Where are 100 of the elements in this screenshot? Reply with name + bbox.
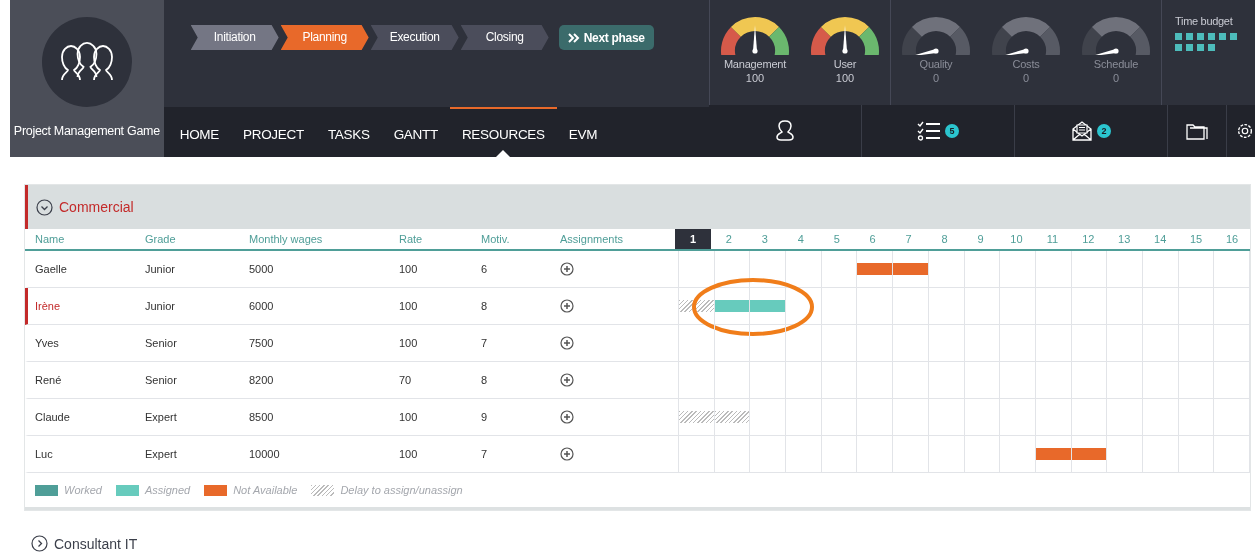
gauge-label: Schedule	[1093, 58, 1139, 70]
person-icon[interactable]	[775, 120, 795, 142]
table-cell-text: 70	[398, 373, 413, 388]
gauge-value: 100	[745, 72, 765, 84]
phase-step[interactable]: Planning	[280, 25, 369, 50]
column-header: Assignments	[559, 232, 624, 247]
app-title: Project Management Game	[13, 124, 160, 138]
table-cell-text: 7	[480, 336, 489, 351]
week-header[interactable]: 8	[926, 229, 963, 249]
week-header[interactable]: 5	[818, 229, 855, 249]
phase-step[interactable]: Execution	[370, 25, 459, 50]
column-header: Motiv.	[480, 232, 511, 247]
nav-tab[interactable]: GANTT	[381, 107, 450, 157]
legend-swatch	[35, 484, 58, 496]
table-cell-text: 100	[398, 336, 419, 351]
table-cell-text: Junior	[144, 262, 176, 277]
legend-label: Worked	[64, 484, 102, 496]
collapse-chevron-icon[interactable]	[36, 198, 53, 216]
week-header[interactable]: 3	[746, 229, 783, 249]
week-header[interactable]: 12	[1070, 229, 1107, 249]
table-cell-text: 6000	[248, 299, 275, 314]
week-header[interactable]: 2	[710, 229, 747, 249]
resource-name[interactable]: Luc	[28, 436, 138, 472]
table-cell-text: 8	[480, 299, 489, 314]
table-cell-text: 9	[480, 410, 489, 425]
resource-name[interactable]: René	[28, 362, 138, 398]
legend-label: Delay to assign/unassign	[340, 484, 463, 496]
count-badge: 5	[945, 124, 959, 138]
table-cell-text: Senior	[144, 336, 178, 351]
table-cell-text: 8	[480, 373, 489, 388]
table-cell-text: 100	[398, 299, 419, 314]
expand-chevron-icon[interactable]	[31, 535, 48, 552]
gauge-label: Costs	[1012, 58, 1040, 70]
add-icon[interactable]	[560, 447, 574, 461]
gauge-value: 100	[835, 72, 855, 84]
gauge-value: 0	[932, 72, 940, 84]
legend-swatch	[311, 484, 335, 496]
table-cell-text: 100	[398, 410, 419, 425]
column-header: Name	[34, 232, 66, 247]
week-header[interactable]: 7	[890, 229, 927, 249]
legend-label: Assigned	[144, 484, 191, 496]
nav-tab[interactable]: EVM	[556, 107, 610, 157]
week-header[interactable]: 6	[854, 229, 891, 249]
table-cell-text: 7	[480, 447, 489, 462]
resource-name[interactable]: Gaelle	[28, 251, 138, 287]
gauge-value: 0	[1112, 72, 1120, 84]
add-icon[interactable]	[560, 262, 574, 276]
envelope-icon[interactable]	[1071, 120, 1093, 142]
week-header[interactable]: 9	[962, 229, 999, 249]
resource-name[interactable]: Claude	[28, 399, 138, 435]
resource-name[interactable]: Yves	[28, 325, 138, 361]
double-chevron-icon	[567, 32, 580, 43]
table-cell-text: Expert	[144, 447, 178, 462]
section-title[interactable]: Commercial	[59, 199, 134, 215]
table-cell-text: 8200	[248, 373, 275, 388]
section-title[interactable]: Consultant IT	[54, 535, 138, 552]
gauge-label: Management	[723, 58, 787, 70]
folder-icon[interactable]	[1186, 122, 1208, 140]
phase-step[interactable]: Initiation	[190, 25, 279, 50]
add-icon[interactable]	[560, 410, 574, 424]
gauge-value: 0	[1022, 72, 1030, 84]
table-cell-text: 100	[398, 447, 419, 462]
week-header[interactable]: 13	[1106, 229, 1143, 249]
legend-swatch	[115, 484, 139, 496]
phase-step[interactable]: Closing	[460, 25, 549, 50]
nav-tab[interactable]: RESOURCES	[449, 107, 557, 157]
table-cell-text: 10000	[248, 447, 281, 462]
count-badge: 2	[1097, 124, 1111, 138]
gauge-label: User	[833, 58, 857, 70]
add-icon[interactable]	[560, 336, 574, 350]
gauge-label: Quality	[919, 58, 953, 70]
week-header[interactable]: 1	[675, 229, 711, 249]
table-cell-text: Senior	[144, 373, 178, 388]
week-header[interactable]: 15	[1178, 229, 1215, 249]
column-header: Rate	[398, 232, 424, 247]
column-header: Monthly wages	[248, 232, 324, 247]
nav-tab[interactable]: TASKS	[315, 107, 382, 157]
week-header[interactable]: 4	[782, 229, 819, 249]
add-icon[interactable]	[560, 299, 574, 313]
table-cell-text: 100	[398, 262, 419, 277]
week-header[interactable]: 10	[998, 229, 1035, 249]
week-header[interactable]: 11	[1034, 229, 1071, 249]
legend-label: Not Available	[233, 484, 298, 496]
table-cell-text: Junior	[144, 299, 176, 314]
week-header[interactable]: 16	[1214, 229, 1250, 249]
table-cell-text: Expert	[144, 410, 178, 425]
add-icon[interactable]	[560, 373, 574, 387]
table-cell-text: 5000	[248, 262, 275, 277]
next-phase-button[interactable]: Next phase	[558, 25, 654, 50]
checklist-icon[interactable]	[917, 121, 941, 141]
nav-tab[interactable]: HOME	[167, 107, 231, 157]
week-header[interactable]: 14	[1142, 229, 1179, 249]
resource-name[interactable]: Irène	[28, 288, 138, 324]
table-cell-text: 7500	[248, 336, 275, 351]
time-budget-label: Time budget	[1175, 15, 1234, 27]
legend-swatch	[204, 484, 228, 496]
nav-tab[interactable]: PROJECT	[231, 107, 316, 157]
table-cell-text: 8500	[248, 410, 275, 425]
table-cell-text: 6	[480, 262, 489, 277]
column-header: Grade	[144, 232, 177, 247]
